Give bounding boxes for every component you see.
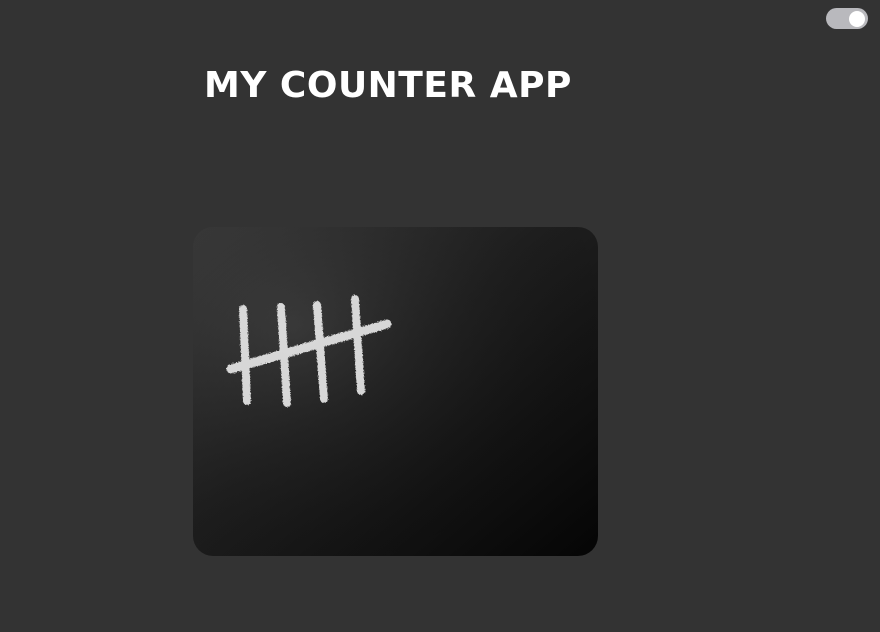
theme-toggle-switch[interactable] bbox=[826, 8, 868, 29]
app-root: MY COUNTER APP bbox=[0, 0, 880, 632]
tally-marks-chalkboard-image bbox=[193, 227, 598, 556]
tally-mark bbox=[239, 305, 251, 405]
toggle-knob-icon bbox=[849, 10, 865, 27]
chalkboard-svg bbox=[193, 227, 598, 556]
page-title: MY COUNTER APP bbox=[204, 65, 572, 106]
chalkboard-shade bbox=[193, 227, 598, 556]
